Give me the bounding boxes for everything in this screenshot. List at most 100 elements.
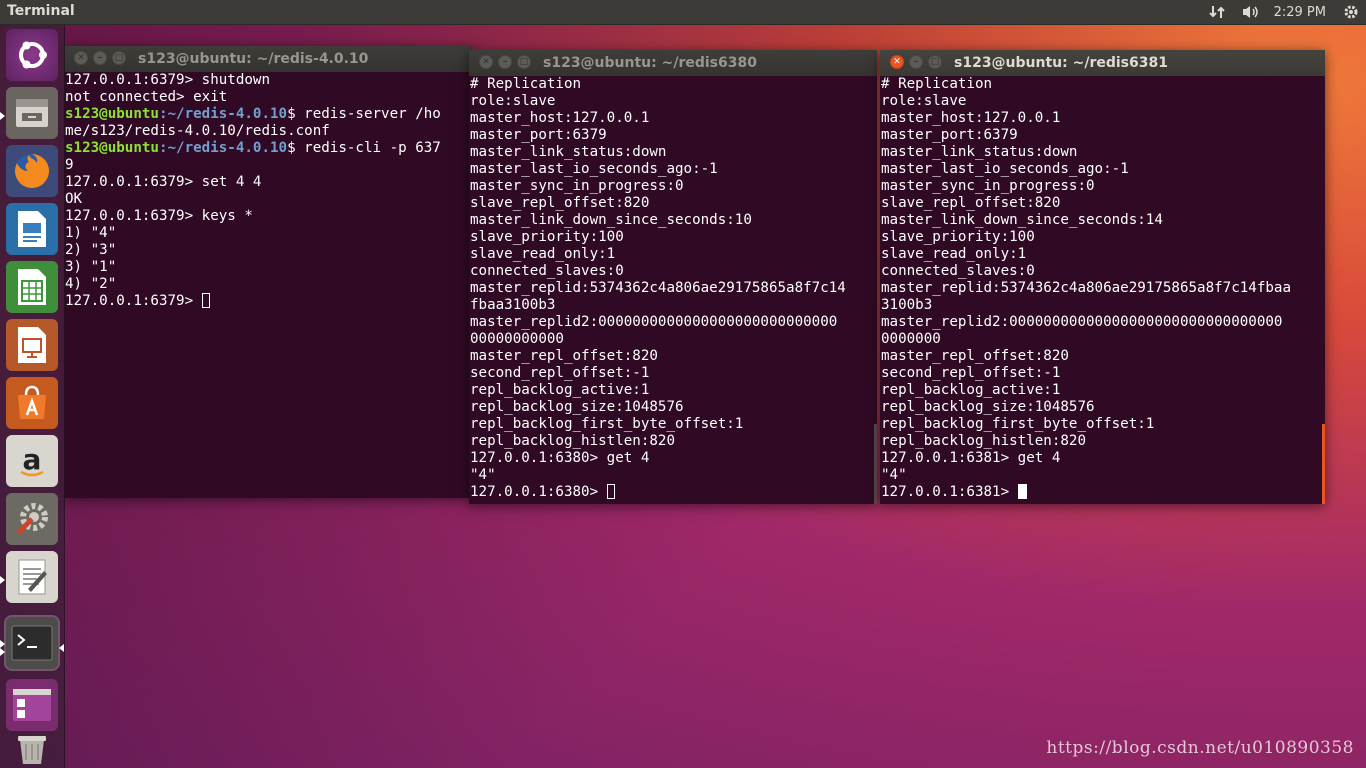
software-center-icon[interactable] bbox=[6, 377, 58, 429]
terminal-line: me/s123/redis-4.0.10/redis.conf bbox=[65, 123, 441, 140]
window-titlebar[interactable]: ✕ – □ s123@ubuntu: ~/redis-4.0.10 bbox=[64, 46, 472, 72]
line-text: master_replid:5374362c4a806ae29175865a8f… bbox=[881, 280, 1291, 296]
line-text: 127.0.0.1:6380> get 4 bbox=[470, 450, 650, 466]
line-text: second_repl_offset:-1 bbox=[881, 365, 1061, 381]
terminal-line: repl_backlog_active:1 bbox=[470, 382, 846, 399]
line-text: slave_repl_offset:820 bbox=[881, 195, 1061, 211]
terminal-line: 3) "1" bbox=[65, 259, 441, 276]
terminal-line: role:slave bbox=[470, 93, 846, 110]
window-titlebar[interactable]: ✕ – □ s123@ubuntu: ~/redis6381 bbox=[880, 50, 1325, 76]
terminal-line: 2) "3" bbox=[65, 242, 441, 259]
terminal-line: 127.0.0.1:6380> get 4 bbox=[470, 450, 846, 467]
terminal-line: 127.0.0.1:6379> set 4 4 bbox=[65, 174, 441, 191]
terminal-line: master_host:127.0.0.1 bbox=[470, 110, 846, 127]
text-cursor bbox=[606, 484, 615, 499]
terminal-output[interactable]: # Replication role:slave master_host:127.0… bbox=[470, 76, 846, 501]
terminal-window-redis6381[interactable]: ✕ – □ s123@ubuntu: ~/redis6381 # Replica… bbox=[880, 50, 1325, 504]
line-text: not connected> exit bbox=[65, 89, 228, 105]
ubuntu-dash-icon[interactable] bbox=[6, 29, 58, 81]
maximize-icon[interactable]: □ bbox=[112, 51, 126, 65]
terminal-line: "4" bbox=[470, 467, 846, 484]
line-text: slave_repl_offset:820 bbox=[470, 195, 650, 211]
line-text: master_link_down_since_seconds:10 bbox=[470, 212, 752, 228]
minimize-icon[interactable]: – bbox=[93, 51, 107, 65]
terminal-output[interactable]: 127.0.0.1:6379> shutdown not connected> e… bbox=[65, 72, 441, 310]
close-icon[interactable]: ✕ bbox=[890, 55, 904, 69]
prompt-path: :~/redis-4.0.10 bbox=[158, 140, 288, 156]
line-text: 127.0.0.1:6379> set 4 4 bbox=[65, 174, 262, 190]
firefox-icon[interactable] bbox=[6, 145, 58, 197]
calc-icon[interactable] bbox=[6, 261, 58, 313]
terminal-line: master_last_io_seconds_ago:-1 bbox=[881, 161, 1291, 178]
terminal-line: 127.0.0.1:6380> bbox=[470, 484, 846, 501]
line-text: slave_priority:100 bbox=[881, 229, 1035, 245]
line-text: repl_backlog_active:1 bbox=[881, 382, 1061, 398]
line-text: slave_read_only:1 bbox=[881, 246, 1027, 262]
active-app-title[interactable]: Terminal bbox=[7, 3, 75, 19]
terminal-line: repl_backlog_size:1048576 bbox=[470, 399, 846, 416]
scrollbar[interactable] bbox=[874, 424, 877, 504]
terminal-line: master_sync_in_progress:0 bbox=[470, 178, 846, 195]
line-text: master_replid2:0000000000000000000000000… bbox=[470, 314, 838, 330]
prompt-path: :~/redis-4.0.10 bbox=[158, 106, 288, 122]
line-text: 00000000000 bbox=[470, 331, 564, 347]
top-panel: Terminal 2:29 PM bbox=[0, 0, 1366, 24]
terminal-line: master_port:6379 bbox=[470, 127, 846, 144]
line-text: repl_backlog_first_byte_offset:1 bbox=[881, 416, 1155, 432]
terminal-line: master_repl_offset:820 bbox=[881, 348, 1291, 365]
terminal-line: slave_read_only:1 bbox=[470, 246, 846, 263]
line-text: second_repl_offset:-1 bbox=[470, 365, 650, 381]
line-text: connected_slaves:0 bbox=[881, 263, 1035, 279]
line-text: master_port:6379 bbox=[470, 127, 607, 143]
line-text: 127.0.0.1:6379> keys * bbox=[65, 208, 253, 224]
amazon-icon[interactable]: a bbox=[6, 435, 58, 487]
line-text: 127.0.0.1:6379> shutdown bbox=[65, 72, 270, 88]
scrollbar[interactable] bbox=[1322, 424, 1325, 504]
maximize-icon[interactable]: □ bbox=[928, 55, 942, 69]
terminal-line: 1) "4" bbox=[65, 225, 441, 242]
line-text: master_last_io_seconds_ago:-1 bbox=[470, 161, 718, 177]
terminal-line: s123@ubuntu:~/redis-4.0.10$ redis-server… bbox=[65, 106, 441, 123]
terminal-window-redis6380[interactable]: ✕ – □ s123@ubuntu: ~/redis6380 # Replica… bbox=[469, 50, 877, 504]
terminal-line: repl_backlog_first_byte_offset:1 bbox=[470, 416, 846, 433]
line-text: 1) "4" bbox=[65, 225, 117, 241]
terminal-line: slave_repl_offset:820 bbox=[470, 195, 846, 212]
impress-icon[interactable] bbox=[6, 319, 58, 371]
minimize-icon[interactable]: – bbox=[498, 55, 512, 69]
session-gear-icon[interactable] bbox=[1336, 0, 1366, 24]
close-icon[interactable]: ✕ bbox=[479, 55, 493, 69]
terminal-line: # Replication bbox=[470, 76, 846, 93]
line-text: master_link_status:down bbox=[881, 144, 1078, 160]
line-text: 127.0.0.1:6380> bbox=[470, 484, 607, 500]
terminal-line: s123@ubuntu:~/redis-4.0.10$ redis-cli -p… bbox=[65, 140, 441, 157]
line-text: $ redis-server /ho bbox=[287, 106, 441, 122]
terminal-line: repl_backlog_first_byte_offset:1 bbox=[881, 416, 1291, 433]
terminal-line: master_sync_in_progress:0 bbox=[881, 178, 1291, 195]
line-text: repl_backlog_first_byte_offset:1 bbox=[470, 416, 744, 432]
close-icon[interactable]: ✕ bbox=[74, 51, 88, 65]
line-text: me/s123/redis-4.0.10/redis.conf bbox=[65, 123, 330, 139]
terminal-line: master_replid2:0000000000000000000000000… bbox=[881, 314, 1291, 331]
network-icon[interactable] bbox=[1200, 0, 1234, 24]
clock[interactable]: 2:29 PM bbox=[1268, 5, 1336, 20]
terminal-line: repl_backlog_active:1 bbox=[881, 382, 1291, 399]
files-icon[interactable] bbox=[6, 87, 58, 139]
system-settings-icon[interactable] bbox=[6, 493, 58, 545]
writer-icon[interactable] bbox=[6, 203, 58, 255]
terminal-output[interactable]: # Replication role:slave master_host:127.0… bbox=[881, 76, 1291, 501]
terminal-icon[interactable] bbox=[6, 617, 58, 669]
maximize-icon[interactable]: □ bbox=[517, 55, 531, 69]
window-titlebar[interactable]: ✕ – □ s123@ubuntu: ~/redis6380 bbox=[469, 50, 877, 76]
terminal-line: 127.0.0.1:6379> bbox=[65, 293, 441, 310]
line-text: $ redis-cli -p 637 bbox=[287, 140, 441, 156]
trash-icon[interactable] bbox=[6, 732, 58, 766]
text-cursor bbox=[201, 293, 210, 308]
workspace-switcher-icon[interactable] bbox=[6, 679, 58, 731]
line-text: repl_backlog_size:1048576 bbox=[881, 399, 1095, 415]
text-editor-icon[interactable] bbox=[6, 551, 58, 603]
minimize-icon[interactable]: – bbox=[909, 55, 923, 69]
terminal-window-redis-4-0-10[interactable]: ✕ – □ s123@ubuntu: ~/redis-4.0.10 127.0.… bbox=[64, 46, 472, 498]
terminal-line: master_link_status:down bbox=[470, 144, 846, 161]
line-text: repl_backlog_active:1 bbox=[470, 382, 650, 398]
volume-icon[interactable] bbox=[1234, 0, 1268, 24]
